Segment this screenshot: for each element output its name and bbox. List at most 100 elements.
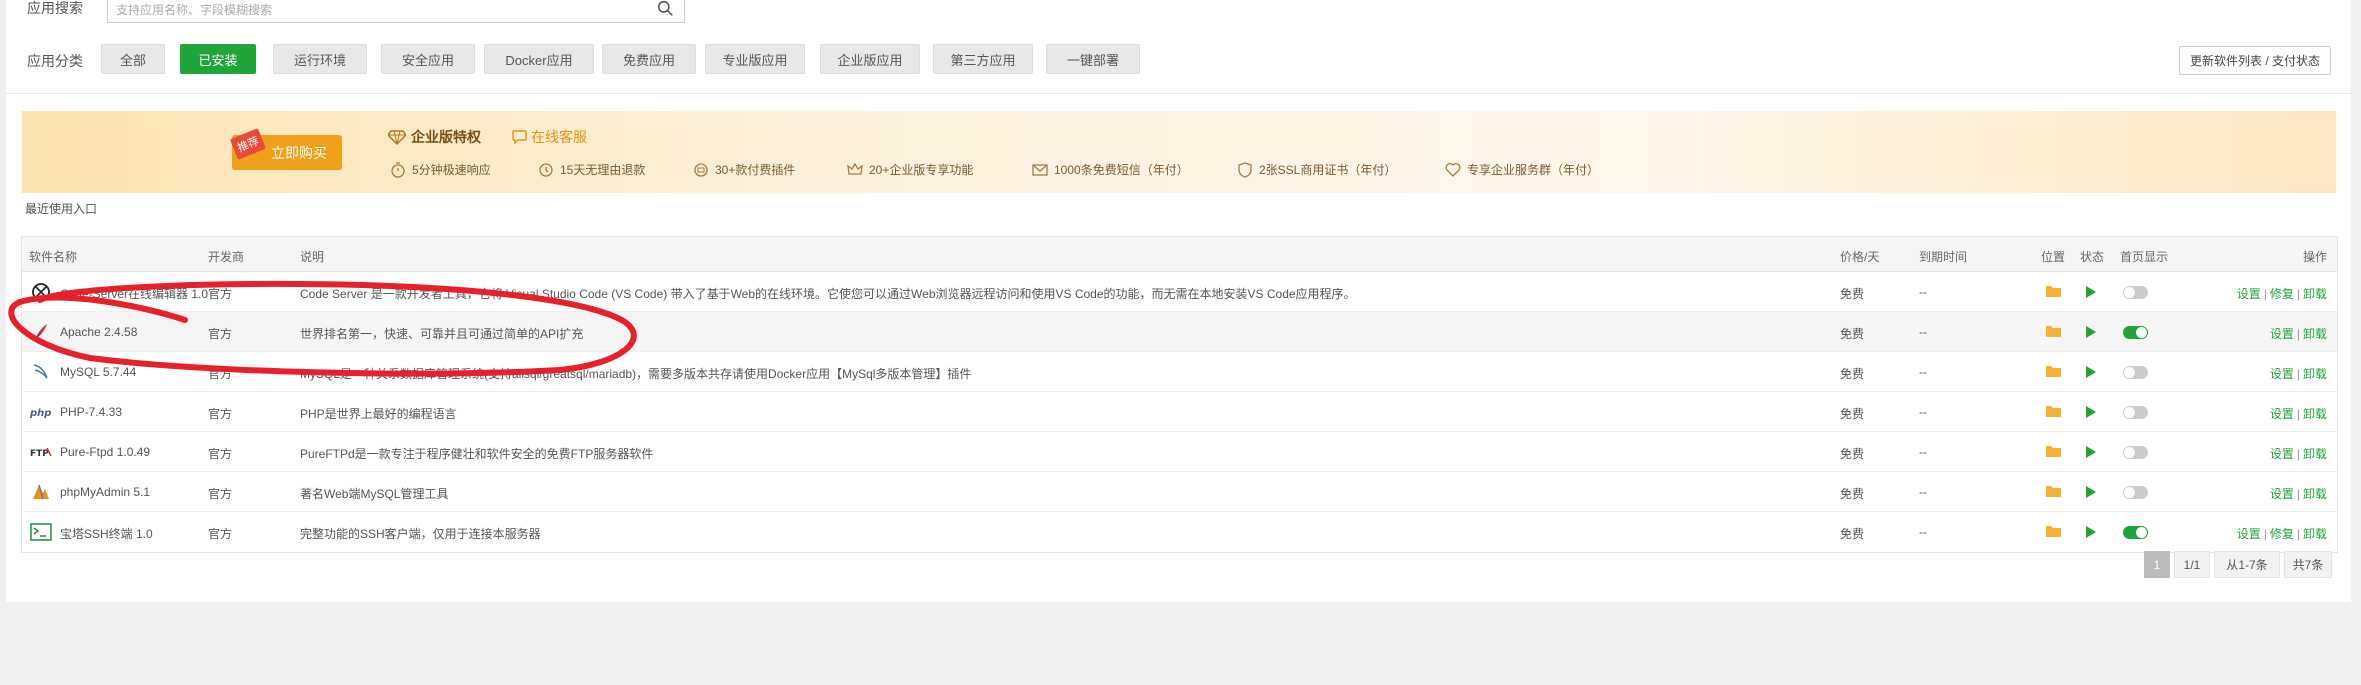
homepage-toggle[interactable]: [2123, 366, 2148, 379]
play-icon[interactable]: [2086, 326, 2096, 338]
app-developer: 官方: [208, 527, 233, 541]
category-all[interactable]: 全部: [101, 44, 165, 74]
table-row: Code-Server在线编辑器 1.0 官方 Code Server 是一款开…: [22, 272, 2337, 312]
app-price: 免费: [1840, 527, 1865, 541]
uninstall-link[interactable]: 卸载: [2303, 487, 2327, 501]
uninstall-link[interactable]: 卸载: [2303, 447, 2327, 461]
app-price: 免费: [1840, 327, 1865, 341]
play-icon[interactable]: [2086, 286, 2096, 298]
homepage-toggle[interactable]: [2123, 406, 2148, 419]
category-security[interactable]: 安全应用: [381, 44, 475, 74]
search-box[interactable]: [107, 0, 685, 23]
repair-link[interactable]: 修复: [2270, 287, 2294, 301]
search-input[interactable]: [116, 3, 636, 17]
app-developer: 官方: [208, 327, 233, 341]
folder-icon[interactable]: [2046, 525, 2061, 537]
software-table: 软件名称 开发商 说明 价格/天 到期时间 位置 状态 首页显示 操作 Code…: [21, 236, 2338, 553]
online-service-link[interactable]: 在线客服: [512, 127, 587, 147]
folder-icon[interactable]: [2046, 405, 2061, 417]
app-developer: 官方: [208, 367, 233, 381]
app-name[interactable]: Apache 2.4.58: [60, 325, 137, 339]
category-label: 应用分类: [27, 53, 83, 69]
play-icon[interactable]: [2086, 446, 2096, 458]
online-service-label: 在线客服: [531, 129, 587, 145]
header-developer: 开发商: [208, 250, 245, 264]
update-software-list-button[interactable]: 更新软件列表 / 支付状态: [2178, 46, 2331, 75]
uninstall-link[interactable]: 卸载: [2303, 407, 2327, 421]
category-free[interactable]: 免费应用: [602, 44, 696, 74]
folder-icon[interactable]: [2046, 325, 2061, 337]
app-name[interactable]: 宝塔SSH终端 1.0: [60, 525, 153, 542]
settings-link[interactable]: 设置: [2270, 327, 2294, 341]
app-price: 免费: [1840, 447, 1865, 461]
category-installed[interactable]: 已安装: [180, 44, 256, 74]
settings-link[interactable]: 设置: [2270, 407, 2294, 421]
settings-link[interactable]: 设置: [2237, 287, 2261, 301]
settings-link[interactable]: 设置: [2270, 447, 2294, 461]
app-price: 免费: [1840, 407, 1865, 421]
search-icon[interactable]: [657, 0, 674, 17]
folder-icon[interactable]: [2046, 285, 2061, 297]
refund-icon: [539, 162, 553, 177]
settings-link[interactable]: 设置: [2270, 487, 2294, 501]
recent-used-label: 最近使用入口: [25, 202, 98, 216]
play-icon[interactable]: [2086, 366, 2096, 378]
settings-link[interactable]: 设置: [2270, 367, 2294, 381]
repair-link[interactable]: 修复: [2270, 527, 2294, 541]
uninstall-link[interactable]: 卸载: [2303, 527, 2327, 541]
folder-icon[interactable]: [2046, 365, 2061, 377]
perk-refund: 15天无理由退款: [538, 161, 645, 178]
homepage-toggle[interactable]: [2123, 526, 2148, 539]
homepage-toggle[interactable]: [2123, 326, 2148, 339]
row-actions: 设置 | 修复 | 卸载: [2236, 287, 2327, 301]
uninstall-link[interactable]: 卸载: [2303, 287, 2327, 301]
settings-link[interactable]: 设置: [2237, 527, 2261, 541]
uninstall-link[interactable]: 卸载: [2303, 367, 2327, 381]
app-name[interactable]: PHP-7.4.33: [60, 405, 122, 419]
app-expiry: --: [1919, 525, 1927, 539]
app-price: 免费: [1840, 367, 1865, 381]
page-current[interactable]: 1: [2144, 551, 2170, 578]
category-one-click[interactable]: 一键部署: [1046, 44, 1140, 74]
play-icon[interactable]: [2086, 486, 2096, 498]
homepage-toggle[interactable]: [2123, 446, 2148, 459]
svg-text:php: php: [30, 408, 51, 418]
page-count: 1/1: [2174, 551, 2210, 578]
perk-label: 5分钟极速响应: [412, 163, 491, 177]
header-location: 位置: [2041, 250, 2066, 264]
table-row: 宝塔SSH终端 1.0 官方 完整功能的SSH客户端，仅用于连接本服务器 免费 …: [22, 512, 2337, 552]
perk-service-group: 专享企业服务群（年付）: [1445, 161, 1599, 178]
category-enterprise[interactable]: 企业版应用: [820, 44, 920, 74]
folder-icon[interactable]: [2046, 445, 2061, 457]
category-third-party[interactable]: 第三方应用: [933, 44, 1033, 74]
homepage-toggle[interactable]: [2123, 286, 2148, 299]
play-icon[interactable]: [2086, 526, 2096, 538]
app-description: Code Server 是一款开发者工具，它将 Visual Studio Co…: [300, 287, 1356, 301]
folder-icon[interactable]: [2046, 485, 2061, 497]
app-name[interactable]: Pure-Ftpd 1.0.49: [60, 445, 150, 459]
perk-label: 30+款付费插件: [715, 163, 796, 177]
crown-icon: [847, 162, 863, 175]
header-actions: 操作: [2302, 250, 2327, 264]
table-row: php PHP-7.4.33 官方 PHP是世界上最好的编程语言 免费 -- 设…: [22, 392, 2337, 432]
app-name[interactable]: phpMyAdmin 5.1: [60, 485, 150, 499]
app-name[interactable]: Code-Server在线编辑器 1.0: [60, 285, 208, 302]
phpmyadmin-icon: [30, 481, 52, 503]
enterprise-banner: 立即购买 推荐 企业版特权 在线客服 5分钟极速响应 15天无理由退款 30+款…: [22, 111, 2336, 193]
app-description: 著名Web端MySQL管理工具: [300, 487, 449, 501]
page-total: 共7条: [2284, 551, 2332, 578]
page-range: 从1-7条: [2214, 551, 2280, 578]
perk-label: 1000条免费短信（年付）: [1054, 163, 1189, 177]
category-runtime[interactable]: 运行环境: [273, 44, 367, 74]
ssl-badge-icon: [1238, 161, 1252, 178]
app-name[interactable]: MySQL 5.7.44: [60, 365, 136, 379]
chat-bubble-icon: [512, 130, 527, 144]
category-pro[interactable]: 专业版应用: [705, 44, 805, 74]
play-icon[interactable]: [2086, 406, 2096, 418]
table-row: FTP Pure-Ftpd 1.0.49 官方 PureFTPd是一款专注于程序…: [22, 432, 2337, 472]
homepage-toggle[interactable]: [2123, 486, 2148, 499]
category-docker[interactable]: Docker应用: [484, 44, 594, 74]
app-expiry: --: [1919, 485, 1927, 499]
uninstall-link[interactable]: 卸载: [2303, 327, 2327, 341]
perk-features: 20+企业版专享功能: [847, 161, 973, 178]
